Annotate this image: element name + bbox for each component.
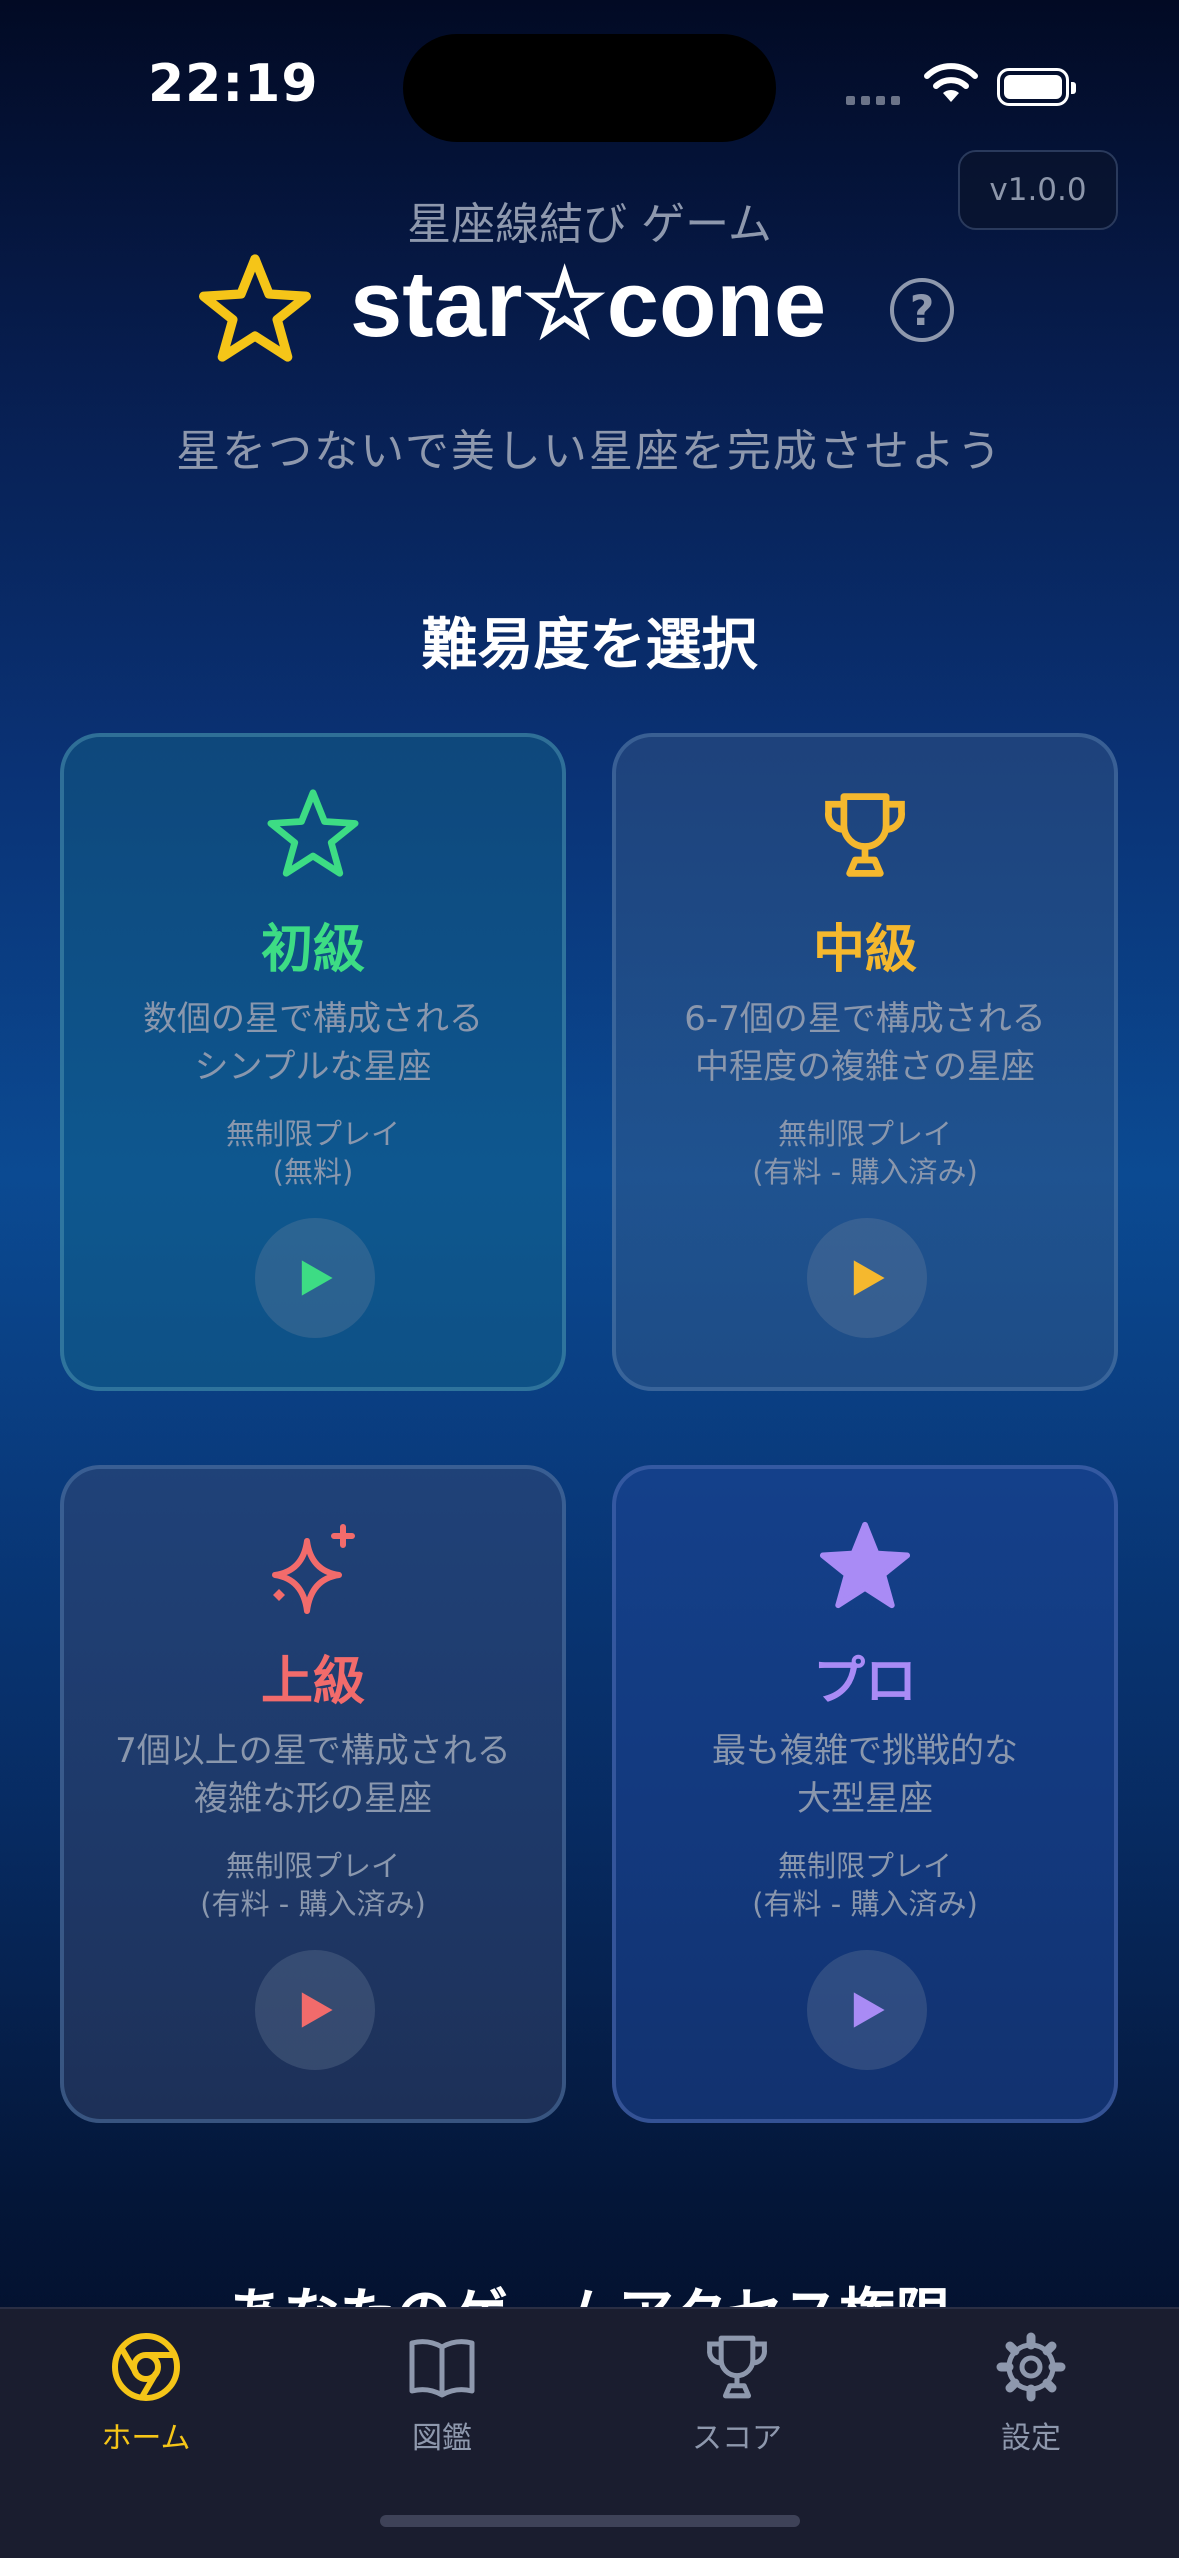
card-level: 中級 xyxy=(812,920,917,980)
play-button[interactable] xyxy=(807,1950,927,2070)
game-subtitle: 星座線結び ゲーム xyxy=(407,199,772,250)
book-icon xyxy=(409,2339,475,2398)
play-icon xyxy=(301,1260,333,1296)
card-level: 上級 xyxy=(260,1652,365,1712)
sparkles-icon xyxy=(272,1524,355,1614)
gear-icon xyxy=(996,2332,1066,2402)
app-title: star☆cone xyxy=(350,251,827,356)
trophy-icon xyxy=(707,2335,767,2399)
tab-score[interactable]: スコア xyxy=(637,2331,837,2457)
card-play-mode: 無制限プレイ (有料 - 購入済み) xyxy=(200,1849,426,1921)
play-button[interactable] xyxy=(807,1218,927,1338)
tab-label: 図鑑 xyxy=(412,2421,472,2456)
tab-label: ホーム xyxy=(101,2421,191,2456)
card-description: 最も複雑で挑戦的な 大型星座 xyxy=(712,1731,1018,1819)
section-title: 難易度を選択 xyxy=(421,613,758,678)
difficulty-card-advanced[interactable]: 上級 7個以上の星で構成される 複雑な形の星座 無制限プレイ (有料 - 購入済み) xyxy=(60,1465,566,2123)
tab-label: スコア xyxy=(692,2421,782,2456)
card-description: 6-7個の星で構成される 中程度の複雑さの星座 xyxy=(684,999,1046,1087)
card-level: プロ xyxy=(812,1652,917,1712)
wifi-icon xyxy=(924,63,978,102)
difficulty-card-intermediate[interactable]: 中級 6-7個の星で構成される 中程度の複雑さの星座 無制限プレイ (有料 - 購入… xyxy=(612,733,1118,1391)
cellular-signal-icon xyxy=(846,96,900,105)
help-icon[interactable]: ? xyxy=(890,278,954,342)
play-button[interactable] xyxy=(255,1218,375,1338)
card-play-mode: 無制限プレイ (有料 - 購入済み) xyxy=(752,1849,978,1921)
tab-settings[interactable]: 設定 xyxy=(931,2331,1131,2457)
home-indicator xyxy=(380,2515,800,2527)
star-outline-icon xyxy=(267,789,359,877)
play-icon xyxy=(853,1260,885,1296)
card-play-mode: 無制限プレイ (有料 - 購入済み) xyxy=(752,1117,978,1189)
logo-star-icon xyxy=(199,254,311,362)
tab-encyclopedia[interactable]: 図鑑 xyxy=(342,2331,542,2457)
play-icon xyxy=(853,1992,885,2028)
card-play-mode: 無制限プレイ (無料) xyxy=(225,1117,400,1189)
tagline: 星をつないで美しい星座を完成させよう xyxy=(176,426,1003,477)
tab-home[interactable]: ホーム xyxy=(46,2331,246,2457)
difficulty-card-beginner[interactable]: 初級 数個の星で構成される シンプルな星座 無制限プレイ (無料) xyxy=(60,733,566,1391)
play-button[interactable] xyxy=(255,1950,375,2070)
play-icon xyxy=(301,1992,333,2028)
battery-icon xyxy=(997,68,1076,106)
card-description: 7個以上の星で構成される 複雑な形の星座 xyxy=(115,1731,511,1819)
trophy-icon xyxy=(825,793,905,877)
tab-label: 設定 xyxy=(1001,2421,1061,2456)
star-filled-icon xyxy=(819,1521,911,1609)
card-level: 初級 xyxy=(260,920,365,980)
status-time: 22:19 xyxy=(148,54,319,114)
home-chrome-icon xyxy=(112,2333,180,2401)
dynamic-island xyxy=(403,34,776,142)
difficulty-card-pro[interactable]: プロ 最も複雑で挑戦的な 大型星座 無制限プレイ (有料 - 購入済み) xyxy=(612,1465,1118,2123)
card-description: 数個の星で構成される シンプルな星座 xyxy=(143,999,483,1087)
